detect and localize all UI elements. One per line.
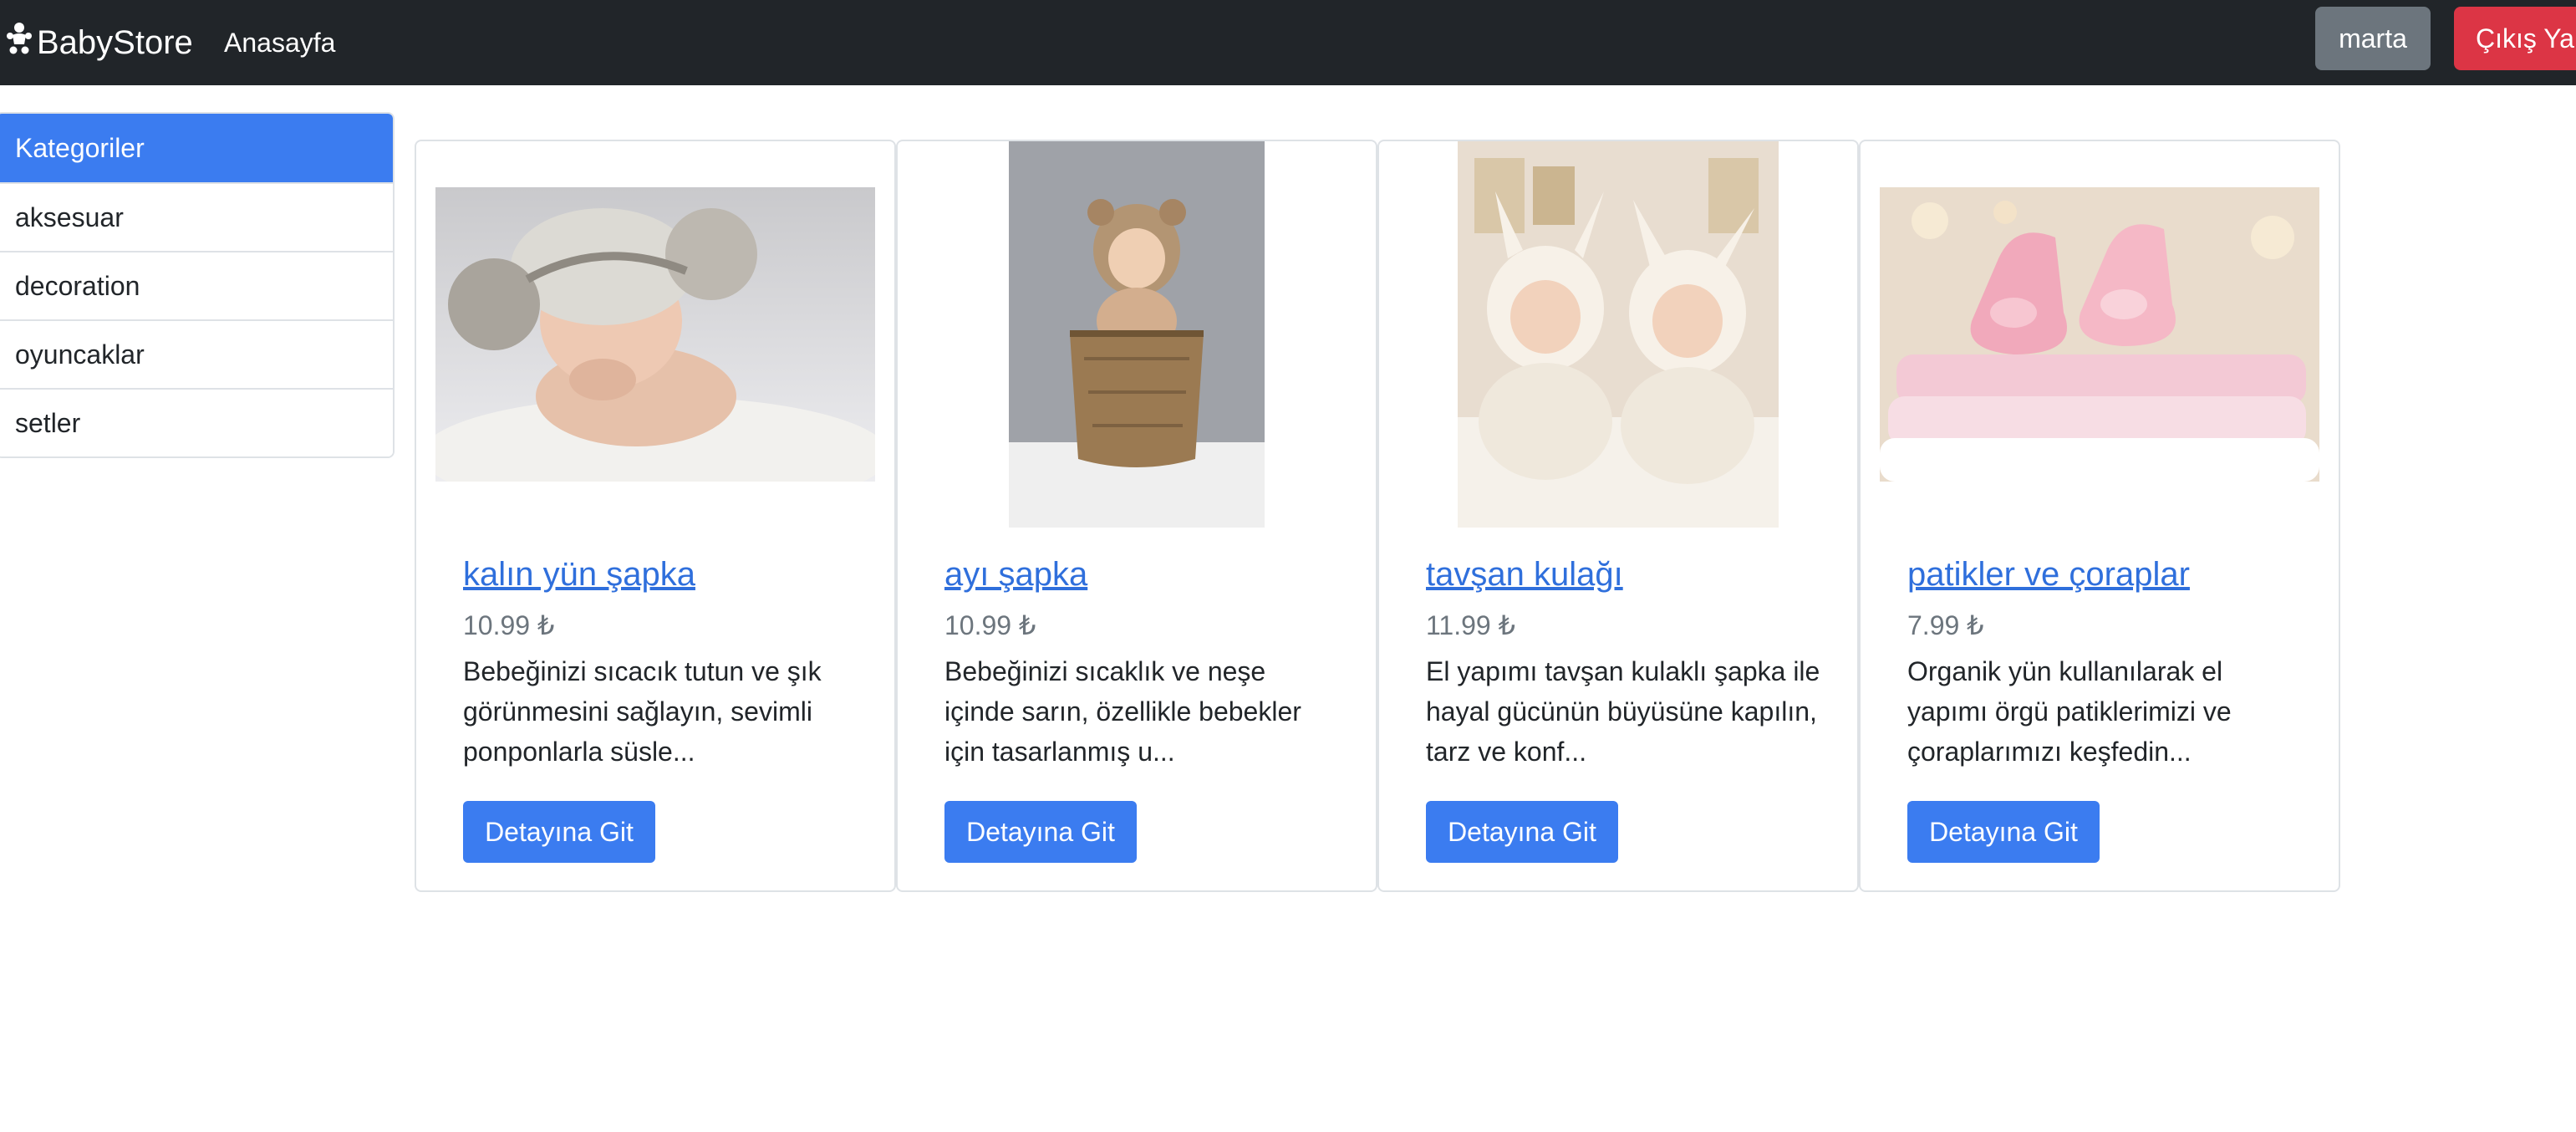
product-card: kalın yün şapka 10.99 ₺ Bebeğinizi sıcac… (415, 140, 896, 892)
product-price: 11.99 ₺ (1426, 610, 1515, 640)
product-image-container (898, 141, 1376, 528)
product-detail-button[interactable]: Detayına Git (944, 801, 1137, 863)
product-detail-button[interactable]: Detayına Git (1907, 801, 2100, 863)
product-title-link[interactable]: ayı şapka (944, 551, 1342, 598)
category-item-setler[interactable]: setler (0, 388, 393, 456)
navbar: BabyStore Anasayfa marta Çıkış Yap (0, 0, 2576, 85)
product-price: 10.99 ₺ (463, 610, 555, 640)
product-description: Organik yün kullanılarak el yapımı örgü … (1907, 656, 2232, 767)
product-image[interactable] (1458, 141, 1779, 528)
product-title-link[interactable]: kalın yün şapka (463, 551, 861, 598)
product-card-body: ayı şapka 10.99 ₺ Bebeğinizi sıcaklık ve… (944, 551, 1342, 772)
category-item-oyuncaklar[interactable]: oyuncaklar (0, 319, 393, 388)
product-image-container (416, 141, 894, 528)
product-image-container (1379, 141, 1857, 528)
product-grid: kalın yün şapka 10.99 ₺ Bebeğinizi sıcac… (415, 140, 2340, 892)
product-card-body: tavşan kulağı 11.99 ₺ El yapımı tavşan k… (1426, 551, 1824, 772)
product-price: 7.99 ₺ (1907, 610, 1984, 640)
nav-home-link[interactable]: Anasayfa (224, 0, 335, 85)
product-card: ayı şapka 10.99 ₺ Bebeğinizi sıcaklık ve… (896, 140, 1377, 892)
category-header[interactable]: Kategoriler (0, 114, 393, 182)
product-description: El yapımı tavşan kulaklı şapka ile hayal… (1426, 656, 1820, 767)
brand-link[interactable]: BabyStore (5, 0, 193, 85)
product-detail-button[interactable]: Detayına Git (1426, 801, 1618, 863)
product-card: patikler ve çoraplar 7.99 ₺ Organik yün … (1859, 140, 2340, 892)
product-card-body: kalın yün şapka 10.99 ₺ Bebeğinizi sıcac… (463, 551, 861, 772)
product-image[interactable] (1880, 187, 2319, 482)
product-title-link[interactable]: tavşan kulağı (1426, 551, 1824, 598)
product-card: tavşan kulağı 11.99 ₺ El yapımı tavşan k… (1377, 140, 1859, 892)
brand-name: BabyStore (37, 23, 193, 61)
product-detail-button[interactable]: Detayına Git (463, 801, 655, 863)
product-description: Bebeğinizi sıcaklık ve neşe içinde sarın… (944, 656, 1301, 767)
product-image[interactable] (435, 187, 875, 482)
product-price: 10.99 ₺ (944, 610, 1036, 640)
product-card-body: patikler ve çoraplar 7.99 ₺ Organik yün … (1907, 551, 2305, 772)
product-image[interactable] (1009, 141, 1265, 528)
category-item-decoration[interactable]: decoration (0, 251, 393, 319)
product-title-link[interactable]: patikler ve çoraplar (1907, 551, 2305, 598)
product-image-container (1861, 141, 2339, 528)
category-item-aksesuar[interactable]: aksesuar (0, 182, 393, 251)
product-description: Bebeğinizi sıcacık tutun ve şık görünmes… (463, 656, 822, 767)
category-sidebar: Kategoriler aksesuar decoration oyuncakl… (0, 112, 395, 458)
baby-icon (5, 22, 33, 64)
logout-button[interactable]: Çıkış Yap (2454, 7, 2576, 70)
user-button[interactable]: marta (2315, 7, 2431, 70)
